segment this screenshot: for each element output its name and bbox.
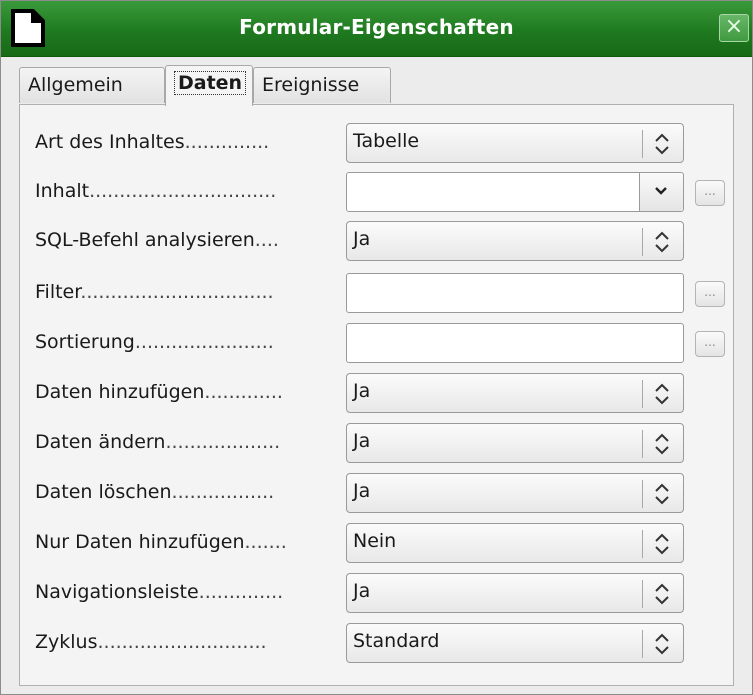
- field-label: Nur Daten hinzufügen.......: [35, 531, 287, 553]
- nur-daten-hinzufuegen-select[interactable]: Nein: [346, 523, 684, 563]
- field-label: Daten löschen.................: [35, 481, 275, 503]
- field-label: Art des Inhaltes..............: [35, 131, 270, 153]
- dialog-window: Formular-Eigenschaften × Allgemein Daten…: [0, 0, 753, 695]
- row-navigationsleiste: Navigationsleiste.............. Ja: [20, 573, 735, 615]
- sortierung-input[interactable]: [346, 323, 684, 363]
- select-value: Nein: [353, 530, 397, 552]
- updown-icon: [655, 483, 669, 505]
- tab-panel-daten: Art des Inhaltes.............. Tabelle I…: [19, 104, 734, 686]
- tab-allgemein[interactable]: Allgemein: [19, 67, 165, 103]
- art-des-inhaltes-select[interactable]: Tabelle: [346, 123, 684, 163]
- field-label: Daten ändern...................: [35, 431, 281, 453]
- field-label: Sortierung.......................: [35, 331, 274, 353]
- tab-label: Allgemein: [28, 74, 123, 96]
- filter-browse-button[interactable]: ...: [695, 281, 725, 307]
- row-daten-hinzufuegen: Daten hinzufügen............. Ja: [20, 373, 735, 415]
- row-daten-aendern: Daten ändern................... Ja: [20, 423, 735, 465]
- field-label: Inhalt...............................: [35, 180, 277, 202]
- select-value: Ja: [353, 380, 371, 402]
- close-button[interactable]: ×: [719, 14, 749, 42]
- updown-icon: [655, 133, 669, 155]
- updown-icon: [655, 583, 669, 605]
- select-value: Standard: [353, 630, 440, 652]
- updown-icon: [655, 533, 669, 555]
- select-value: Ja: [353, 480, 371, 502]
- select-value: Ja: [353, 228, 371, 250]
- field-label: Daten hinzufügen.............: [35, 381, 283, 403]
- row-sortierung: Sortierung....................... ...: [20, 323, 735, 365]
- select-value: Ja: [353, 430, 371, 452]
- chevron-down-icon: [655, 187, 667, 195]
- field-label: Zyklus............................: [35, 631, 267, 653]
- tab-ereignisse[interactable]: Ereignisse: [253, 67, 391, 103]
- field-label: Navigationsleiste..............: [35, 581, 284, 603]
- tab-label: Daten: [174, 71, 247, 95]
- title-bar[interactable]: Formular-Eigenschaften ×: [1, 1, 752, 57]
- row-inhalt: Inhalt............................... ..…: [20, 172, 735, 214]
- select-value: Ja: [353, 580, 371, 602]
- row-daten-loeschen: Daten löschen................. Ja: [20, 473, 735, 515]
- dropdown-button[interactable]: [639, 173, 683, 211]
- navigationsleiste-select[interactable]: Ja: [346, 573, 684, 613]
- zyklus-select[interactable]: Standard: [346, 623, 684, 663]
- daten-hinzufuegen-select[interactable]: Ja: [346, 373, 684, 413]
- daten-aendern-select[interactable]: Ja: [346, 423, 684, 463]
- field-label: SQL-Befehl analysieren....: [35, 229, 279, 251]
- inhalt-combobox[interactable]: [346, 172, 684, 212]
- field-label: Filter................................: [35, 281, 274, 303]
- sortierung-browse-button[interactable]: ...: [695, 331, 725, 357]
- daten-loeschen-select[interactable]: Ja: [346, 473, 684, 513]
- updown-icon: [655, 633, 669, 655]
- row-art-des-inhaltes: Art des Inhaltes.............. Tabelle: [20, 123, 735, 165]
- row-filter: Filter................................ .…: [20, 273, 735, 315]
- updown-icon: [655, 383, 669, 405]
- updown-icon: [655, 231, 669, 253]
- inhalt-browse-button[interactable]: ...: [695, 180, 725, 206]
- row-nur-daten-hinzufuegen: Nur Daten hinzufügen....... Nein: [20, 523, 735, 565]
- window-title: Formular-Eigenschaften: [239, 15, 514, 39]
- sql-befehl-select[interactable]: Ja: [346, 221, 684, 261]
- filter-input[interactable]: [346, 273, 684, 313]
- updown-icon: [655, 433, 669, 455]
- tab-daten[interactable]: Daten: [165, 65, 253, 106]
- row-sql-befehl: SQL-Befehl analysieren.... Ja: [20, 221, 735, 263]
- row-zyklus: Zyklus............................ Stand…: [20, 623, 735, 665]
- select-value: Tabelle: [353, 130, 420, 152]
- tab-label: Ereignisse: [262, 74, 360, 96]
